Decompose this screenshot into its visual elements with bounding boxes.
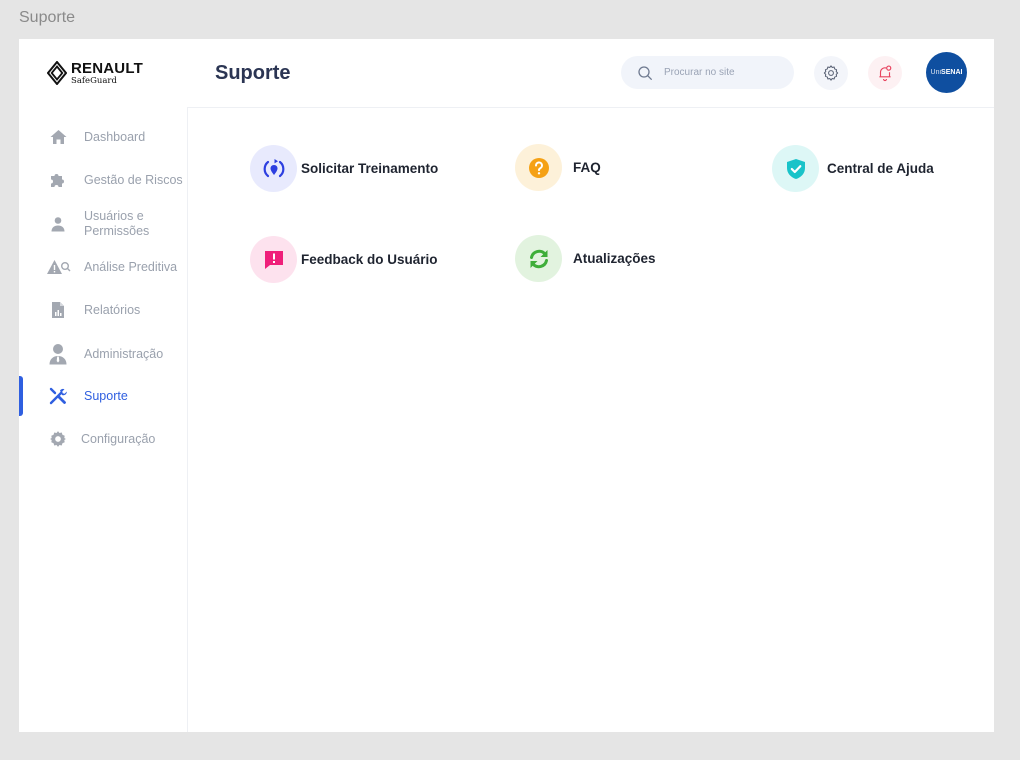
frame-label: Suporte — [19, 9, 76, 26]
card-faq[interactable]: FAQ — [515, 144, 601, 191]
card-label: Atualizações — [573, 251, 656, 266]
search-icon — [638, 65, 652, 80]
settings-button[interactable] — [814, 56, 848, 90]
sidebar-item-label: Administração — [84, 346, 164, 361]
sidebar-item-suporte[interactable]: Suporte — [19, 387, 187, 405]
refresh-icon — [529, 249, 548, 268]
sidebar-item-label: Usuários e Permissões — [84, 209, 150, 238]
sidebar-divider — [187, 107, 188, 732]
card-feedback-usuario[interactable]: Feedback do Usuário — [250, 236, 438, 283]
avatar-prefix: Uni — [930, 69, 942, 76]
sidebar-item-label: Relatórios — [84, 302, 141, 317]
training-icon — [263, 158, 284, 177]
question-icon — [528, 157, 549, 178]
home-icon — [49, 128, 67, 146]
card-central-ajuda[interactable]: Central de Ajuda — [772, 145, 934, 192]
sidebar-item-gestao-riscos[interactable]: Gestão de Riscos — [19, 171, 187, 189]
tools-icon — [49, 387, 67, 405]
card-solicitar-treinamento[interactable]: Solicitar Treinamento — [250, 145, 438, 192]
sidebar: Dashboard Gestão de Riscos Usuários e Pe… — [19, 39, 187, 732]
gear-icon — [49, 430, 67, 448]
card-label: Feedback do Usuário — [301, 252, 438, 267]
page-title: Suporte — [215, 62, 291, 84]
sidebar-item-label: Configuração — [81, 431, 156, 446]
app-window: RENAULT SafeGuard Suporte UniSENAI — [19, 39, 994, 732]
shield-check-icon — [786, 158, 805, 179]
search-box[interactable] — [621, 56, 794, 89]
notifications-button[interactable] — [868, 56, 902, 90]
report-icon — [49, 301, 67, 319]
sidebar-item-label: Suporte — [84, 388, 128, 403]
sidebar-item-dashboard[interactable]: Dashboard — [19, 128, 187, 146]
card-icon-circle — [515, 144, 562, 191]
bell-icon — [879, 65, 892, 81]
card-label: Solicitar Treinamento — [301, 161, 439, 176]
sidebar-item-label: Gestão de Riscos — [84, 172, 183, 187]
sidebar-item-label: Análise Preditiva — [84, 259, 178, 274]
card-icon-circle — [772, 145, 819, 192]
sidebar-item-usuarios[interactable]: Usuários e Permissões — [19, 209, 187, 239]
card-icon-circle — [250, 145, 297, 192]
sidebar-item-label: Dashboard — [84, 129, 146, 144]
warning-search-icon — [47, 258, 71, 276]
avatar-name: SENAI — [941, 69, 963, 76]
card-atualizacoes[interactable]: Atualizações — [515, 235, 656, 282]
card-label: Central de Ajuda — [827, 161, 934, 176]
card-icon-circle — [250, 236, 297, 283]
gear-icon — [823, 65, 839, 81]
sidebar-item-analise-preditiva[interactable]: Análise Preditiva — [19, 258, 187, 276]
sidebar-item-configuracao[interactable]: Configuração — [19, 430, 187, 448]
card-icon-circle — [515, 235, 562, 282]
feedback-icon — [264, 250, 283, 269]
user-icon — [49, 215, 67, 233]
sidebar-item-relatorios[interactable]: Relatórios — [19, 301, 187, 319]
header-divider — [187, 107, 994, 108]
avatar[interactable]: Uni SENAI — [926, 52, 967, 93]
sidebar-item-administracao[interactable]: Administração — [19, 343, 187, 365]
search-input[interactable] — [662, 66, 786, 79]
card-label: FAQ — [573, 160, 601, 175]
admin-icon — [49, 343, 67, 365]
puzzle-icon — [49, 171, 67, 189]
